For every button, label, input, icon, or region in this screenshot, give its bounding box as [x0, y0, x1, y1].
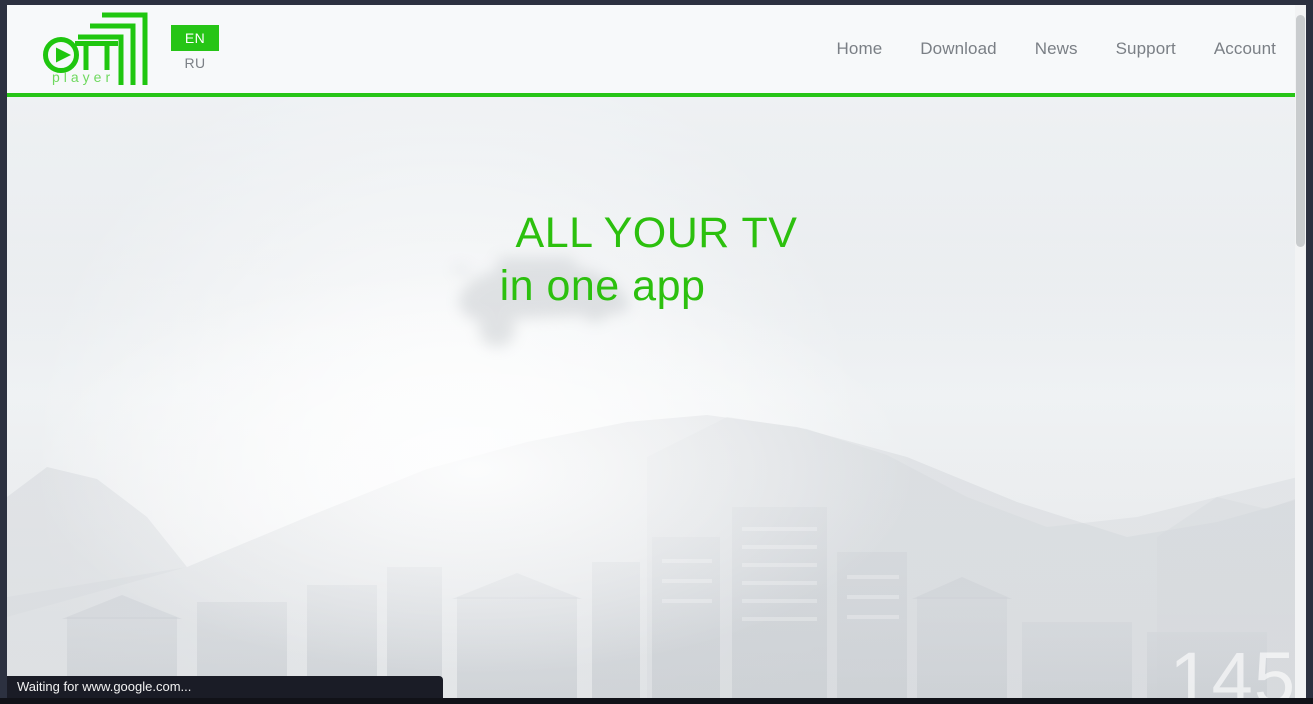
hero-haze-overlay [7, 97, 1306, 698]
browser-status-bar: Waiting for www.google.com... [7, 676, 443, 698]
nav-support[interactable]: Support [1116, 37, 1176, 61]
hero-counter: 145 [1169, 637, 1296, 699]
nav-download[interactable]: Download [920, 37, 996, 61]
ottplayer-logo[interactable]: OTT player [40, 11, 150, 89]
status-bar-text: Waiting for www.google.com... [17, 679, 192, 694]
window-right-chrome [1306, 0, 1313, 704]
language-option-ru[interactable]: RU [163, 51, 227, 75]
window-top-chrome [0, 0, 1313, 5]
window-left-chrome [0, 0, 7, 704]
page-scrollbar-track[interactable] [1295, 5, 1306, 698]
nav-news[interactable]: News [1035, 37, 1078, 61]
browser-window: OTT player EN RU Home Download News Supp… [0, 0, 1313, 704]
main-navigation: Home Download News Support Account [837, 37, 1276, 61]
logo-subtext: player [52, 69, 115, 85]
window-bottom-chrome [0, 698, 1313, 704]
language-option-en[interactable]: EN [171, 25, 219, 51]
nav-account[interactable]: Account [1214, 37, 1276, 61]
page-viewport: OTT player EN RU Home Download News Supp… [7, 5, 1306, 698]
site-header: OTT player EN RU Home Download News Supp… [7, 5, 1306, 93]
nav-home[interactable]: Home [837, 37, 883, 61]
hero-banner: ALL YOUR TV in one app 145 [7, 97, 1306, 698]
language-switcher: EN RU [163, 25, 227, 75]
page-scrollbar-thumb[interactable] [1296, 15, 1305, 247]
